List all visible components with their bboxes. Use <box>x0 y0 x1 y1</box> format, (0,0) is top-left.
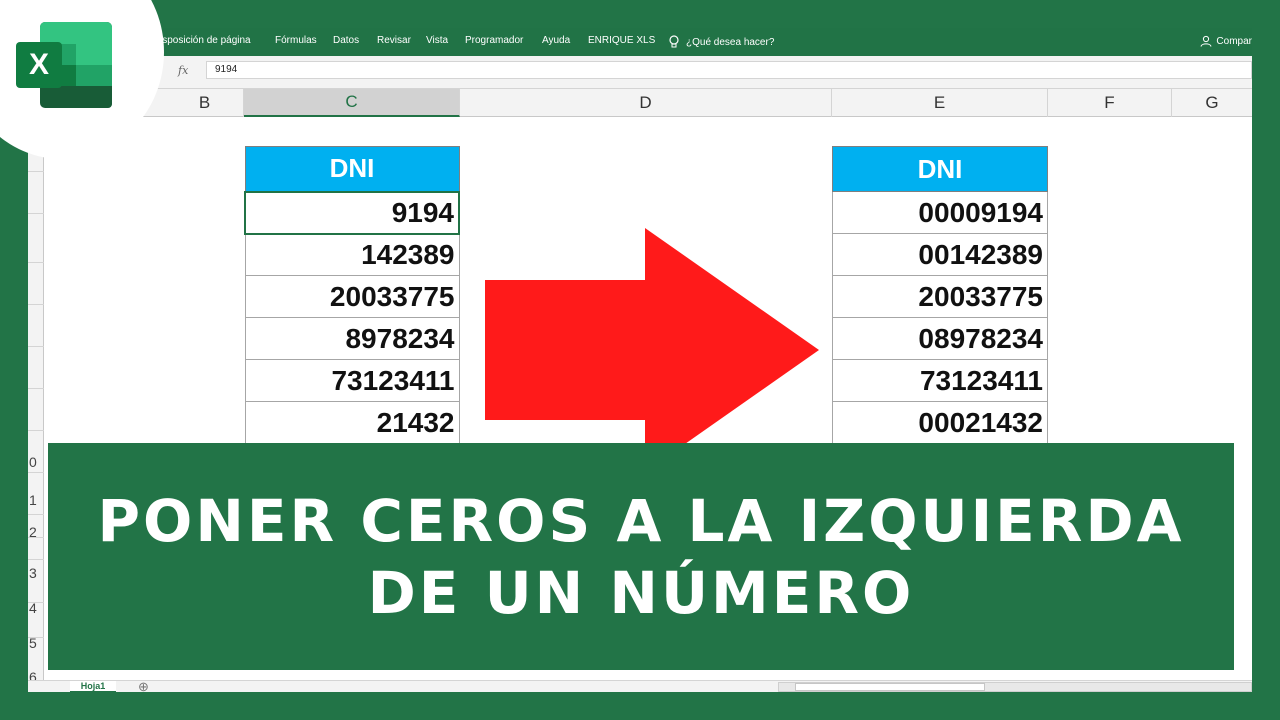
sheet-tab-hoja1[interactable]: Hoja1 <box>70 681 116 692</box>
row-headers: 0 1 2 3 4 5 6 <box>28 117 44 687</box>
dni-header-cell[interactable]: DNI <box>244 146 460 192</box>
dni-cell[interactable]: 9194 <box>244 190 460 235</box>
sheet-tab-bar: Hoja1 ⊕ <box>28 679 1252 692</box>
row-header[interactable]: 0 <box>28 454 44 470</box>
column-header-c[interactable]: C <box>244 89 460 117</box>
left-dni-table: DNI 9194 142389 20033775 8978234 7312341… <box>244 146 460 444</box>
row-header[interactable]: 4 <box>28 600 44 616</box>
formula-input[interactable]: 9194 <box>206 61 1252 79</box>
tab-view[interactable]: Vista <box>426 35 448 46</box>
dni-padded-cell[interactable]: 00021432 <box>832 401 1048 444</box>
dni-padded-cell[interactable]: 20033775 <box>832 275 1048 318</box>
tab-data[interactable]: Datos <box>333 35 359 46</box>
tab-review[interactable]: Revisar <box>377 35 411 46</box>
scrollbar-thumb[interactable] <box>795 683 985 691</box>
tab-developer[interactable]: Programador <box>465 35 523 46</box>
tell-me-label: ¿Qué desea hacer? <box>686 36 775 48</box>
right-arrow-icon <box>485 228 819 472</box>
dni-cell[interactable]: 142389 <box>244 233 460 276</box>
dni-padded-cell[interactable]: 73123411 <box>832 359 1048 402</box>
dni-cell[interactable]: 21432 <box>244 401 460 444</box>
user-icon <box>1200 35 1212 47</box>
banner-title-line-2: DE UN NÚMERO <box>367 558 915 627</box>
dni-cell[interactable]: 73123411 <box>244 359 460 402</box>
dni-padded-cell[interactable]: 00142389 <box>832 233 1048 276</box>
tab-enrique-xls[interactable]: ENRIQUE XLS <box>588 35 655 46</box>
column-header-e[interactable]: E <box>832 89 1048 117</box>
share-button[interactable]: Compar <box>1200 35 1252 47</box>
column-header-f[interactable]: F <box>1048 89 1172 117</box>
logo-letter: X <box>29 48 49 81</box>
add-sheet-icon[interactable]: ⊕ <box>138 679 149 692</box>
banner-title-line-1: PONER CEROS A LA IZQUIERDA <box>97 486 1185 555</box>
horizontal-scrollbar[interactable] <box>778 682 1252 692</box>
column-headers: B C D E F G <box>28 89 1252 117</box>
ribbon-tab-bar: isposición de página Fórmulas Datos Revi… <box>28 28 1252 56</box>
tell-me-search[interactable]: ¿Qué desea hacer? <box>668 33 774 51</box>
row-header[interactable]: 1 <box>28 492 44 508</box>
row-header[interactable]: 5 <box>28 635 44 651</box>
share-label: Compar <box>1216 35 1252 47</box>
formula-bar: fx 9194 <box>28 56 1252 89</box>
dni-cell[interactable]: 20033775 <box>244 275 460 318</box>
dni-padded-cell[interactable]: 00009194 <box>832 191 1048 234</box>
right-dni-table: DNI 00009194 00142389 20033775 08978234 … <box>832 146 1048 444</box>
lightbulb-icon <box>669 35 679 48</box>
tab-help[interactable]: Ayuda <box>542 35 570 46</box>
dni-cell[interactable]: 8978234 <box>244 317 460 360</box>
tab-page-layout[interactable]: isposición de página <box>160 35 251 46</box>
fx-icon[interactable]: fx <box>178 64 188 77</box>
dni-header-cell[interactable]: DNI <box>832 146 1048 192</box>
row-header[interactable]: 3 <box>28 565 44 581</box>
column-header-b[interactable]: B <box>166 89 244 117</box>
row-header[interactable]: 2 <box>28 524 44 540</box>
column-header-d[interactable]: D <box>460 89 832 117</box>
excel-logo: X <box>16 22 112 108</box>
tab-formulas[interactable]: Fórmulas <box>275 35 317 46</box>
dni-padded-cell[interactable]: 08978234 <box>832 317 1048 360</box>
column-header-g[interactable]: G <box>1172 89 1252 117</box>
title-banner: PONER CEROS A LA IZQUIERDA DE UN NÚMERO <box>48 443 1234 670</box>
